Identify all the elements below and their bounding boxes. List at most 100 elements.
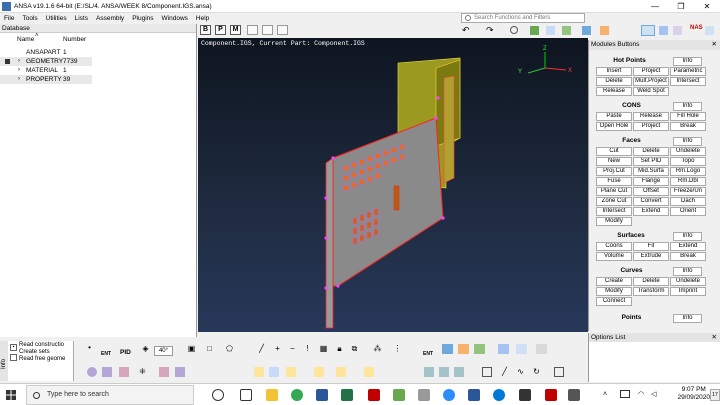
arrows-icon[interactable]: ⁜ bbox=[137, 367, 148, 377]
grid-icon[interactable]: ▦ bbox=[318, 344, 329, 354]
tag-yellow-icon-5[interactable] bbox=[364, 367, 374, 377]
polygon-icon[interactable]: ⬠ bbox=[224, 344, 235, 354]
surfaces-extend-button[interactable]: Extend bbox=[670, 242, 706, 251]
hotpoints-delete-button[interactable]: Delete bbox=[596, 77, 632, 86]
faces-cut-button[interactable]: Cut bbox=[596, 147, 632, 156]
surfaces-info-button[interactable]: Info bbox=[673, 232, 702, 241]
word-icon-2[interactable] bbox=[468, 389, 480, 401]
db-row-property[interactable]: › PROPERTY 39 bbox=[0, 75, 92, 84]
curves-imprint-button[interactable]: Imprint bbox=[670, 287, 706, 296]
maximize-button[interactable]: ❐ bbox=[668, 0, 694, 13]
faces-offset-button[interactable]: Offset bbox=[633, 187, 669, 196]
curves-delete-button[interactable]: Delete bbox=[633, 277, 669, 286]
save-log-icon[interactable] bbox=[10, 354, 17, 361]
spiral-icon[interactable]: ↻ bbox=[531, 367, 542, 377]
faces-convert-button[interactable]: Convert bbox=[633, 197, 669, 206]
faces-planecut-button[interactable]: Plane Cut bbox=[596, 187, 632, 196]
taskbar-search-input[interactable]: Type here to search bbox=[26, 385, 194, 405]
faces-modify-button[interactable]: Modify bbox=[596, 217, 632, 226]
hotpoints-intersect-button[interactable]: Intersect bbox=[670, 77, 706, 86]
nas-badge[interactable]: NAS bbox=[690, 25, 703, 31]
tool-icon[interactable] bbox=[600, 26, 609, 35]
cube-multi-icon[interactable] bbox=[498, 344, 509, 354]
remove-icon[interactable]: − bbox=[287, 344, 298, 354]
mesh-green-icon-3[interactable] bbox=[454, 367, 464, 377]
wifi-icon[interactable]: ◠ bbox=[638, 390, 644, 398]
expand-chevron-icon[interactable]: › bbox=[18, 57, 20, 66]
section-points[interactable]: Points bbox=[614, 314, 649, 321]
menu-help[interactable]: Help bbox=[192, 15, 213, 22]
cons-break-button[interactable]: Break bbox=[670, 122, 706, 131]
tag-yellow-icon-2[interactable] bbox=[286, 367, 296, 377]
square-icon[interactable] bbox=[102, 367, 112, 377]
search-functions-input[interactable]: Search Functions and Filters bbox=[461, 13, 585, 23]
line-icon[interactable]: ╱ bbox=[499, 367, 510, 377]
select-icon[interactable] bbox=[510, 26, 518, 34]
volume-icon[interactable]: ◁ bbox=[651, 390, 656, 398]
zoom-icon[interactable] bbox=[443, 389, 455, 401]
cube-orange-icon[interactable] bbox=[458, 344, 469, 354]
db-row-ansapart[interactable]: ANSAPART 1 bbox=[0, 48, 92, 57]
mesh-green-icon-2[interactable] bbox=[439, 367, 449, 377]
faces-freeze-button[interactable]: Freeze/Un bbox=[670, 187, 706, 196]
close-options-icon[interactable]: ✕ bbox=[712, 333, 717, 342]
hotpoints-weldspot-button[interactable]: Weld Spot bbox=[633, 87, 669, 96]
focus-icon[interactable]: ◈ bbox=[140, 344, 151, 354]
toolbar-view-icon[interactable] bbox=[247, 25, 258, 35]
minimize-button[interactable]: — bbox=[642, 0, 668, 13]
mesh-icon[interactable] bbox=[562, 26, 571, 35]
wire-icon[interactable] bbox=[582, 26, 591, 35]
hotpoints-info-button[interactable]: Info bbox=[673, 57, 702, 66]
graphics-viewport[interactable]: Component.IGS, Current Part: Component.I… bbox=[198, 38, 588, 332]
faces-intersect-button[interactable]: Intersect bbox=[596, 207, 632, 216]
clear-log-icon[interactable]: ▪ bbox=[10, 344, 17, 351]
deck-icon[interactable] bbox=[705, 26, 714, 35]
db-row-material[interactable]: › MATERIAL 1 bbox=[0, 66, 92, 75]
cons-project-button[interactable]: Project bbox=[633, 122, 669, 131]
toolbar-p-button[interactable]: P bbox=[215, 25, 226, 35]
chrome-icon[interactable] bbox=[291, 389, 303, 401]
close-button[interactable]: ✕ bbox=[694, 0, 720, 13]
faces-zonecut-button[interactable]: Zone Cut bbox=[596, 197, 632, 206]
column-number[interactable]: Number bbox=[63, 36, 86, 43]
app-icon-2[interactable] bbox=[418, 389, 430, 401]
battery-icon[interactable] bbox=[620, 390, 630, 398]
faces-setpid-button[interactable]: Set PID bbox=[633, 157, 669, 166]
notifications-icon[interactable]: 17 bbox=[710, 389, 720, 401]
menu-plugins[interactable]: Plugins bbox=[128, 15, 157, 22]
cortana-icon[interactable] bbox=[212, 389, 224, 401]
points-info-button[interactable]: Info bbox=[673, 314, 702, 323]
section-hot-points[interactable]: Hot Points bbox=[607, 57, 652, 64]
toolbar-camera-icon[interactable] bbox=[262, 25, 273, 35]
add-icon[interactable]: + bbox=[272, 344, 283, 354]
line-tool-icon[interactable]: ╱ bbox=[256, 344, 267, 354]
db-row-geometry[interactable]: › GEOMETRY 7739 bbox=[0, 57, 92, 66]
hotpoints-release-button[interactable]: Release bbox=[596, 87, 632, 96]
menu-utilities[interactable]: Utilities bbox=[42, 15, 71, 22]
close-panel-icon[interactable]: ✕ bbox=[712, 40, 717, 50]
hotpoints-parametric-button[interactable]: Parametric bbox=[670, 67, 706, 76]
faces-rmdbl-button[interactable]: Rm.Dbl bbox=[670, 177, 706, 186]
toolbar-m-button[interactable]: M bbox=[230, 25, 241, 35]
info-tab[interactable]: Info bbox=[0, 341, 8, 381]
arrow-tool-icon[interactable] bbox=[269, 367, 279, 377]
visibility-checkbox[interactable] bbox=[5, 59, 10, 64]
app-icon-4[interactable] bbox=[545, 389, 557, 401]
section-cons[interactable]: CONS bbox=[614, 102, 649, 109]
faces-delete-button[interactable]: Delete bbox=[633, 147, 669, 156]
filter-icon[interactable] bbox=[659, 26, 668, 35]
point-icon[interactable]: • bbox=[84, 343, 95, 353]
cube-grey-icon[interactable] bbox=[536, 344, 547, 354]
faces-midsurface-button[interactable]: Mid.Surfa bbox=[633, 167, 669, 176]
network-icon[interactable]: ⁂ bbox=[372, 344, 383, 354]
tag-yellow-icon-4[interactable] bbox=[336, 367, 346, 377]
ent-label[interactable]: ENT bbox=[101, 351, 111, 357]
curve-icon[interactable]: ∿ bbox=[515, 367, 526, 377]
faces-rmlogo-button[interactable]: Rm.Logo bbox=[670, 167, 706, 176]
windows-start-icon[interactable] bbox=[6, 390, 16, 400]
app-icon-3[interactable] bbox=[519, 389, 531, 401]
hotpoints-multproject-button[interactable]: Mult.Project bbox=[633, 77, 669, 86]
mesh-green-icon[interactable] bbox=[424, 367, 434, 377]
curves-transform-button[interactable]: Transform bbox=[633, 287, 669, 296]
curves-modify-button[interactable]: Modify bbox=[596, 287, 632, 296]
